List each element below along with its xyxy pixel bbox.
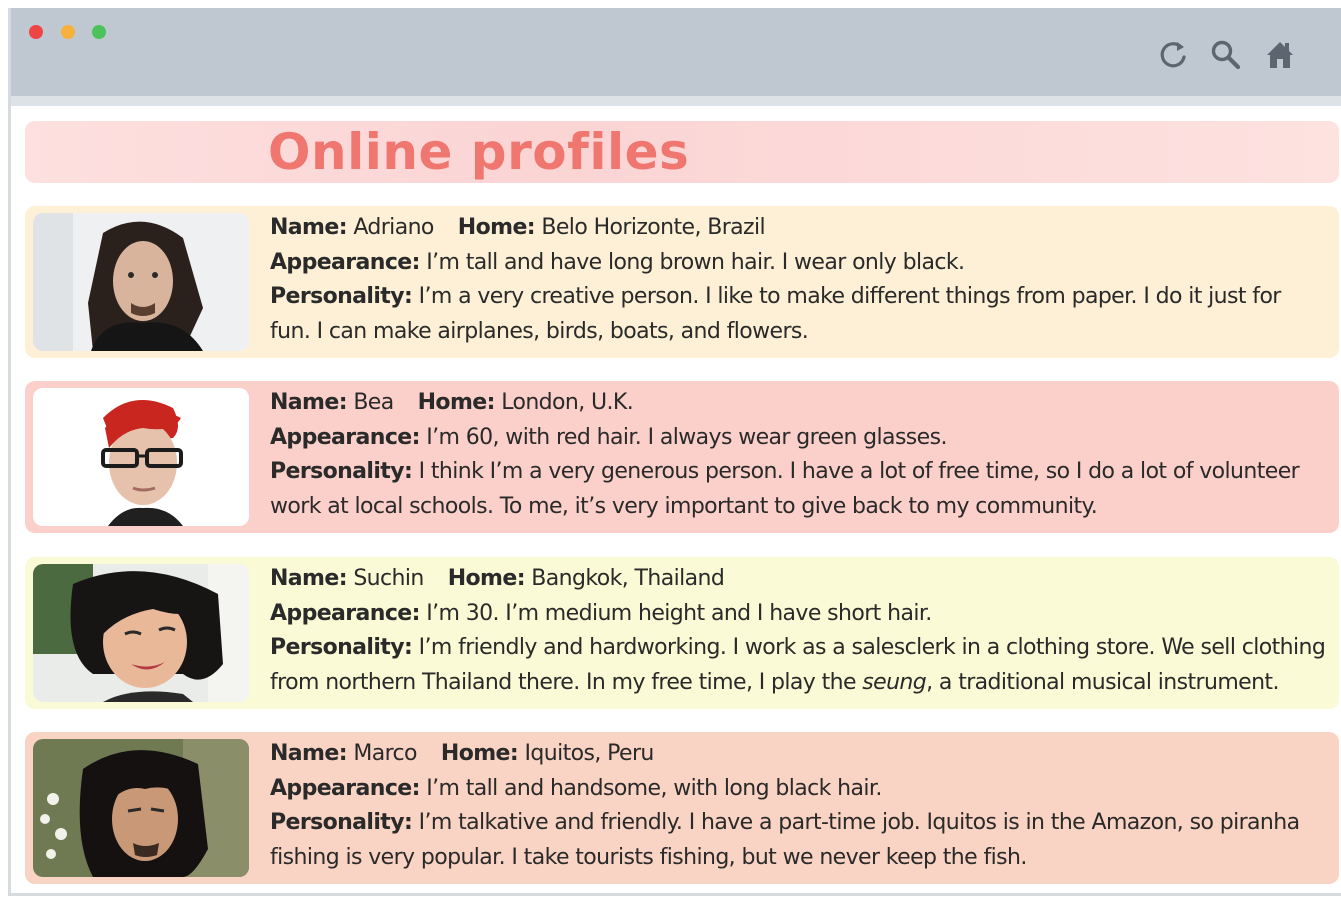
- browser-toolbar: [11, 8, 1341, 96]
- close-window-button[interactable]: [29, 25, 43, 39]
- profile-photo-marco: [33, 739, 249, 877]
- reload-icon[interactable]: [1157, 38, 1191, 72]
- appearance-value: I’m tall and have long brown hair. I wea…: [426, 249, 965, 275]
- name-home-line: Name: Bea Home: London, U.K.: [270, 386, 1335, 421]
- personality-emphasis: seung: [862, 669, 927, 695]
- profile-text-bea: Name: Bea Home: London, U.K. Appearance: …: [270, 386, 1335, 524]
- personality-line: Personality: I’m talkative and friendly.…: [270, 806, 1335, 841]
- personality-text-b: , a traditional musical instrument.: [926, 669, 1279, 695]
- page-title-banner: Online profiles: [25, 121, 1339, 183]
- name-home-line: Name: Suchin Home: Bangkok, Thailand: [270, 562, 1335, 597]
- profile-card-suchin: Name: Suchin Home: Bangkok, Thailand Appe…: [25, 557, 1339, 709]
- appearance-line: Appearance: I’m 60, with red hair. I alw…: [270, 421, 1335, 456]
- name-label: Name:: [270, 566, 348, 591]
- appearance-line: Appearance: I’m 30. I’m medium height an…: [270, 597, 1335, 632]
- profile-card-adriano: Name: Adriano Home: Belo Horizonte, Brazi…: [25, 206, 1339, 358]
- profile-text-suchin: Name: Suchin Home: Bangkok, Thailand Appe…: [270, 562, 1335, 700]
- personality-line: Personality: I’m friendly and hardworkin…: [270, 631, 1335, 666]
- page-title: Online profiles: [268, 123, 690, 181]
- home-label: Home:: [447, 566, 526, 591]
- appearance-value: I’m tall and handsome, with long black h…: [426, 775, 882, 801]
- personality-value: I’m friendly and hardworking. I work as …: [418, 635, 1326, 660]
- personality-value: I’m talkative and friendly. I have a par…: [418, 810, 1301, 835]
- toolbar-divider: [11, 96, 1341, 106]
- home-label: Home:: [440, 741, 519, 766]
- personality-line-2: from northern Thailand there. In my free…: [270, 666, 1335, 701]
- home-value: Bangkok, Thailand: [531, 566, 725, 591]
- search-icon[interactable]: [1209, 38, 1243, 72]
- name-value: Suchin: [353, 566, 424, 591]
- home-value: London, U.K.: [501, 390, 634, 415]
- profile-text-adriano: Name: Adriano Home: Belo Horizonte, Brazi…: [270, 211, 1335, 349]
- home-label: Home:: [457, 215, 536, 240]
- home-value: Belo Horizonte, Brazil: [541, 215, 766, 240]
- profile-photo-suchin: [33, 564, 249, 702]
- personality-text-a: from northern Thailand there. In my free…: [270, 669, 863, 695]
- appearance-label: Appearance:: [270, 249, 420, 275]
- profile-card-marco: Name: Marco Home: Iquitos, Peru Appearanc…: [25, 732, 1339, 884]
- personality-line-2: fun. I can make airplanes, birds, boats,…: [270, 318, 809, 344]
- profile-text-marco: Name: Marco Home: Iquitos, Peru Appearanc…: [270, 737, 1335, 875]
- maximize-window-button[interactable]: [92, 25, 106, 39]
- appearance-label: Appearance:: [270, 600, 420, 626]
- profile-photo-bea: [33, 388, 249, 526]
- name-label: Name:: [270, 390, 348, 415]
- personality-value: I think I’m a very generous person. I ha…: [418, 459, 1300, 484]
- browser-window: Online profiles Name: Adriano Home: Belo …: [8, 8, 1341, 896]
- personality-label: Personality:: [270, 459, 413, 484]
- minimize-window-button[interactable]: [61, 25, 75, 39]
- appearance-line: Appearance: I’m tall and handsome, with …: [270, 772, 1335, 807]
- name-label: Name:: [270, 215, 348, 240]
- personality-line-2: fishing is very popular. I take tourists…: [270, 844, 1027, 870]
- personality-label: Personality:: [270, 284, 413, 309]
- personality-label: Personality:: [270, 810, 413, 835]
- appearance-label: Appearance:: [270, 424, 420, 450]
- name-value: Bea: [353, 390, 394, 415]
- appearance-value: I’m 60, with red hair. I always wear gre…: [426, 424, 947, 450]
- home-icon[interactable]: [1263, 38, 1297, 72]
- home-value: Iquitos, Peru: [524, 741, 654, 766]
- personality-line-2: work at local schools. To me, it’s very …: [270, 493, 1098, 519]
- name-label: Name:: [270, 741, 348, 766]
- appearance-label: Appearance:: [270, 775, 420, 801]
- name-home-line: Name: Marco Home: Iquitos, Peru: [270, 737, 1335, 772]
- profile-photo-adriano: [33, 213, 249, 351]
- appearance-value: I’m 30. I’m medium height and I have sho…: [426, 600, 932, 626]
- name-value: Adriano: [353, 215, 434, 240]
- personality-label: Personality:: [270, 635, 413, 660]
- personality-line: Personality: I think I’m a very generous…: [270, 455, 1335, 490]
- appearance-line: Appearance: I’m tall and have long brown…: [270, 246, 1335, 281]
- name-home-line: Name: Adriano Home: Belo Horizonte, Brazi…: [270, 211, 1335, 246]
- personality-line: Personality: I’m a very creative person.…: [270, 280, 1335, 315]
- personality-value: I’m a very creative person. I like to ma…: [418, 284, 1282, 309]
- name-value: Marco: [353, 741, 417, 766]
- home-label: Home:: [417, 390, 496, 415]
- profile-card-bea: Name: Bea Home: London, U.K. Appearance: …: [25, 381, 1339, 533]
